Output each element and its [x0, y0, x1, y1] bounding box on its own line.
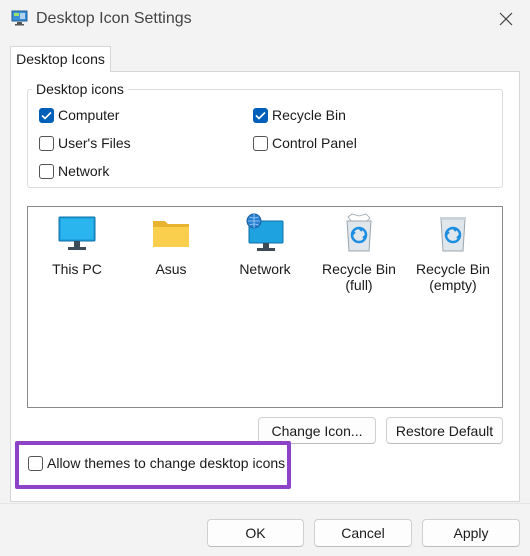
icon-item-recycle-bin-full[interactable]: Recycle Bin (full)	[312, 207, 406, 293]
network-icon	[246, 213, 284, 251]
checkbox-label: User's Files	[58, 135, 131, 151]
checkbox-label: Computer	[58, 107, 120, 123]
restore-default-button[interactable]: Restore Default	[386, 417, 503, 444]
group-title: Desktop icons	[32, 81, 128, 97]
checkmark-icon	[255, 111, 266, 120]
icon-item-recycle-bin-empty[interactable]: Recycle Bin (empty)	[406, 207, 500, 293]
close-icon	[499, 12, 513, 26]
checkbox-label: Control Panel	[272, 135, 357, 151]
monitor-icon	[58, 216, 96, 250]
icon-label: Network	[239, 261, 291, 277]
desktop-settings-icon	[11, 10, 28, 26]
icon-item-network[interactable]: Network	[218, 207, 312, 277]
window-title: Desktop Icon Settings	[36, 10, 192, 27]
tab-desktop-icons[interactable]: Desktop Icons	[10, 46, 111, 72]
recycle-bin-full-icon	[346, 213, 372, 252]
recycle-bin-empty-icon	[440, 217, 466, 252]
checkmark-icon	[41, 111, 52, 120]
checkbox-label: Network	[58, 163, 110, 179]
checkbox-control-panel[interactable]: Control Panel	[253, 135, 357, 151]
checkbox-network[interactable]: Network	[39, 163, 109, 179]
checkbox-box[interactable]	[39, 107, 54, 123]
apply-button[interactable]: Apply	[422, 519, 520, 547]
close-button[interactable]	[492, 6, 520, 32]
highlight-box	[15, 441, 291, 489]
checkbox-label: Recycle Bin	[272, 107, 346, 123]
icon-item-this-pc[interactable]: This PC	[30, 207, 124, 277]
icon-label: Asus	[155, 261, 187, 277]
checkbox-box[interactable]	[253, 135, 268, 151]
ok-button[interactable]: OK	[207, 519, 304, 547]
checkbox-recycle-bin[interactable]: Recycle Bin	[253, 107, 346, 123]
icon-label: Recycle Bin (empty)	[416, 261, 490, 293]
checkbox-box[interactable]	[39, 135, 54, 151]
folder-icon	[153, 221, 189, 247]
checkbox-box[interactable]	[39, 163, 54, 179]
change-icon-button[interactable]: Change Icon...	[258, 417, 376, 444]
title-bar: Desktop Icon Settings	[0, 0, 530, 38]
icon-list[interactable]: This PC Asus Network Recycle Bin (full)	[27, 206, 503, 408]
icon-label: Recycle Bin (full)	[322, 261, 396, 293]
icon-item-asus[interactable]: Asus	[124, 207, 218, 277]
checkbox-users-files[interactable]: User's Files	[39, 135, 131, 151]
checkbox-box[interactable]	[253, 107, 268, 123]
checkbox-computer[interactable]: Computer	[39, 107, 119, 123]
icon-label: This PC	[52, 261, 102, 277]
cancel-button[interactable]: Cancel	[314, 519, 412, 547]
